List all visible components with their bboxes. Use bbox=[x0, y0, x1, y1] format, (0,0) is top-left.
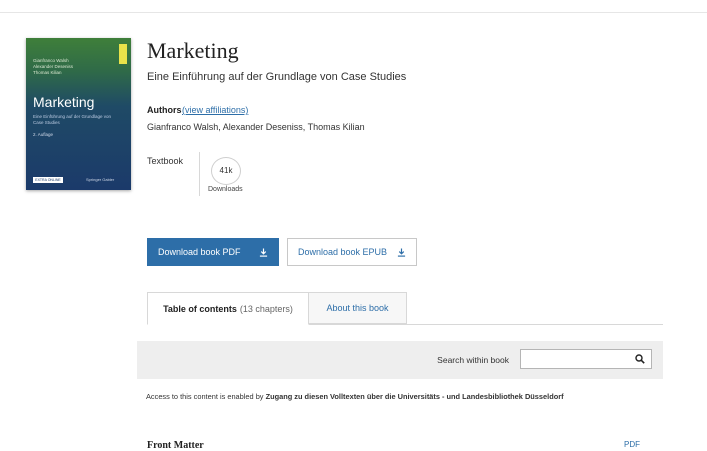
tab-about-this-book[interactable]: About this book bbox=[309, 292, 407, 324]
download-pdf-label: Download book PDF bbox=[158, 247, 241, 257]
download-pdf-button[interactable]: Download book PDF bbox=[147, 238, 279, 266]
download-epub-button[interactable]: Download book EPUB bbox=[287, 238, 417, 266]
authors-list: Gianfranco Walsh, Alexander Deseniss, Th… bbox=[147, 122, 365, 132]
cover-edition: 2. Auflage bbox=[33, 132, 54, 137]
tab-table-of-contents[interactable]: Table of contents (13 chapters) bbox=[147, 292, 309, 325]
book-cover[interactable]: Gianfranco Walsh Alexander Deseniss Thom… bbox=[26, 38, 131, 190]
meta-divider bbox=[199, 152, 200, 196]
download-epub-label: Download book EPUB bbox=[298, 247, 388, 257]
search-icon[interactable] bbox=[635, 354, 645, 364]
cover-subtitle: Eine Einführung auf der Grundlage von Ca… bbox=[33, 114, 112, 125]
access-prefix: Access to this content is enabled by bbox=[146, 392, 264, 401]
tab-toc-label: Table of contents bbox=[163, 303, 237, 314]
cover-publisher: Springer Gabler bbox=[86, 177, 115, 182]
search-within-book-bar: Search within book bbox=[137, 341, 663, 379]
front-matter-pdf-link[interactable]: PDF bbox=[624, 440, 640, 449]
top-divider bbox=[0, 12, 707, 13]
search-label: Search within book bbox=[437, 355, 509, 365]
view-affiliations-link[interactable]: (view affiliations) bbox=[182, 105, 248, 115]
download-icon bbox=[259, 247, 268, 257]
cover-marker bbox=[119, 44, 127, 64]
search-input[interactable] bbox=[520, 349, 652, 369]
downloads-count: 41k bbox=[211, 157, 241, 185]
book-title: Marketing bbox=[147, 38, 239, 63]
access-notice: Access to this content is enabled by Zug… bbox=[137, 384, 663, 410]
download-icon bbox=[397, 247, 406, 257]
book-subtitle: Eine Einführung auf der Grundlage von Ca… bbox=[147, 71, 407, 83]
downloads-label: Downloads bbox=[208, 186, 243, 193]
cover-title: Marketing bbox=[33, 94, 95, 110]
tab-toc-count: (13 chapters) bbox=[239, 303, 293, 314]
access-library: Zugang zu diesen Volltexten über die Uni… bbox=[265, 392, 564, 401]
authors-label: Authors bbox=[147, 105, 182, 115]
book-type: Textbook bbox=[147, 156, 184, 166]
cover-authors: Gianfranco Walsh Alexander Deseniss Thom… bbox=[33, 58, 74, 75]
cover-badge: EXTRA ONLINE bbox=[33, 177, 63, 183]
